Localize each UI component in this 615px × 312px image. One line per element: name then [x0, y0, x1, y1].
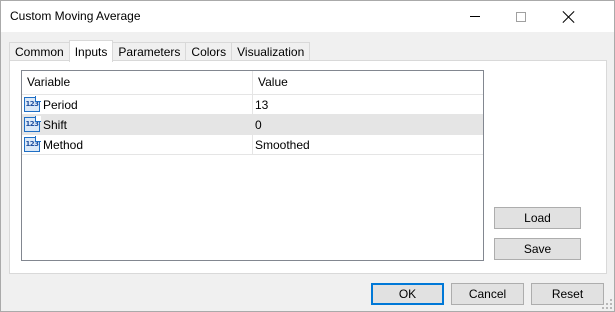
window-title: Custom Moving Average	[10, 9, 141, 23]
variable-cell: 123 Method	[22, 135, 253, 155]
tab-parameters[interactable]: Parameters	[112, 42, 187, 61]
title-bar: Custom Moving Average	[1, 1, 614, 32]
reset-button[interactable]: Reset	[531, 283, 604, 305]
variable-name: Method	[43, 138, 84, 152]
maximize-icon	[516, 11, 526, 22]
close-icon	[563, 11, 575, 23]
grid-header: Variable Value	[22, 71, 483, 95]
tab-strip: Common Inputs Parameters Colors Visualiz…	[9, 40, 311, 62]
value-cell[interactable]: Smoothed	[253, 135, 483, 155]
resize-grip-icon[interactable]	[602, 299, 612, 309]
column-header-variable[interactable]: Variable	[22, 71, 253, 94]
tab-common[interactable]: Common	[9, 42, 70, 61]
dialog-window: Custom Moving Average Common Inputs Para…	[0, 0, 615, 312]
inputs-grid: Variable Value 123 Period 13 123 Shift 0	[21, 70, 484, 261]
tab-colors[interactable]: Colors	[185, 42, 233, 61]
table-row[interactable]: 123 Shift 0	[22, 115, 483, 135]
minimize-button[interactable]	[452, 1, 498, 32]
minimize-icon	[470, 16, 480, 17]
variable-name: Shift	[43, 118, 68, 132]
table-row[interactable]: 123 Method Smoothed	[22, 135, 483, 155]
value-cell[interactable]: 0	[253, 115, 483, 135]
column-header-value[interactable]: Value	[253, 71, 483, 94]
variable-name: Period	[43, 98, 78, 112]
save-button[interactable]: Save	[494, 238, 581, 260]
inputs-panel: Variable Value 123 Period 13 123 Shift 0	[9, 60, 607, 274]
cancel-button[interactable]: Cancel	[451, 283, 524, 305]
value-cell[interactable]: 13	[253, 95, 483, 115]
row-divider	[22, 154, 483, 155]
variable-cell: 123 Shift	[22, 115, 253, 135]
table-row[interactable]: 123 Period 13	[22, 95, 483, 115]
variable-cell: 123 Period	[22, 95, 253, 115]
maximize-button[interactable]	[498, 1, 544, 32]
close-button[interactable]	[546, 1, 592, 32]
integer-type-icon: 123	[24, 136, 41, 152]
integer-type-icon: 123	[24, 96, 41, 112]
ok-button[interactable]: OK	[371, 283, 444, 305]
tab-inputs[interactable]: Inputs	[68, 40, 114, 62]
integer-type-icon: 123	[24, 116, 41, 132]
load-button[interactable]: Load	[494, 207, 581, 229]
tab-visualization[interactable]: Visualization	[231, 42, 311, 61]
